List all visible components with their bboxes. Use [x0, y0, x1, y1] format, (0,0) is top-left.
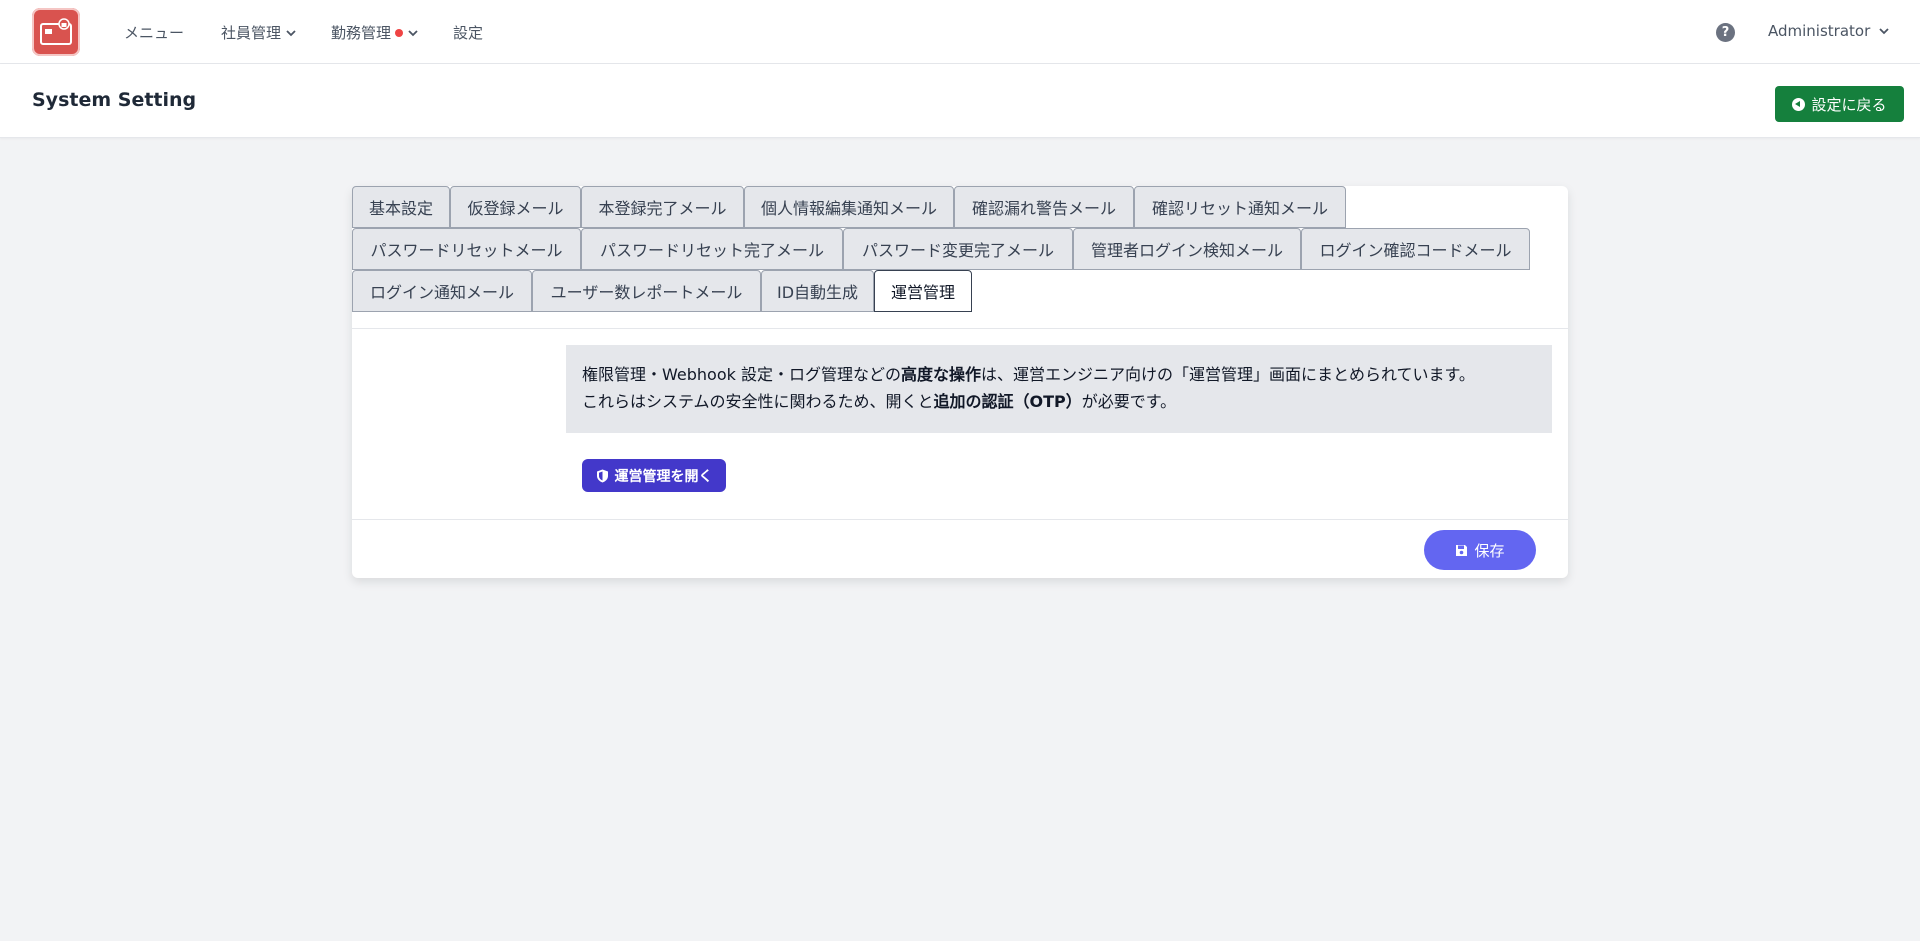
top-navbar: メニュー 社員管理 勤務管理 設定 ? Administrator: [0, 0, 1920, 64]
page-header: System Setting 設定に戻る: [0, 64, 1920, 138]
tab-panel-operations-management: 権限管理・Webhook 設定・ログ管理などの高度な操作は、運営エンジニア向けの…: [352, 328, 1568, 520]
notice-line-1-text: 権限管理・Webhook 設定・ログ管理などの: [582, 365, 901, 384]
tab-password-reset-mail[interactable]: パスワードリセットメール: [352, 228, 581, 270]
notice-line-1-bold: 高度な操作: [900, 365, 981, 384]
help-icon[interactable]: ?: [1716, 23, 1735, 42]
tab-provisional-registration-mail[interactable]: 仮登録メール: [450, 186, 581, 228]
notice-line-2-bold: 追加の認証（OTP）: [933, 392, 1082, 411]
operations-notice: 権限管理・Webhook 設定・ログ管理などの高度な操作は、運営エンジニア向けの…: [566, 345, 1552, 433]
nav-employee-management-label: 社員管理: [221, 24, 282, 42]
save-label: 保存: [1474, 541, 1505, 560]
nav-settings-label: 設定: [453, 24, 484, 42]
notice-line-2-text-end: が必要です。: [1081, 392, 1177, 411]
user-name: Administrator: [1768, 22, 1871, 40]
tab-confirmation-reset-mail[interactable]: 確認リセット通知メール: [1134, 186, 1346, 228]
chevron-down-icon: [1879, 28, 1889, 35]
nav-attendance-management-label: 勤務管理: [331, 24, 392, 42]
tab-personal-info-edit-mail[interactable]: 個人情報編集通知メール: [744, 186, 954, 228]
app-logo[interactable]: [32, 8, 80, 56]
tab-unconfirmed-warning-mail[interactable]: 確認漏れ警告メール: [954, 186, 1134, 228]
settings-card: 基本設定 仮登録メール 本登録完了メール 個人情報編集通知メール 確認漏れ警告メ…: [352, 186, 1568, 578]
tab-password-change-complete-mail[interactable]: パスワード変更完了メール: [843, 228, 1073, 270]
nav-menu[interactable]: メニュー: [124, 22, 184, 43]
notice-line-2-text: これらはシステムの安全性に関わるため、開くと: [582, 392, 934, 411]
save-button[interactable]: 保存: [1424, 530, 1536, 570]
notice-line-2: これらはシステムの安全性に関わるため、開くと追加の認証（OTP）が必要です。: [582, 388, 1536, 415]
nav-menu-label: メニュー: [124, 24, 185, 42]
notice-line-1: 権限管理・Webhook 設定・ログ管理などの高度な操作は、運営エンジニア向けの…: [582, 361, 1536, 388]
tab-admin-login-detection-mail[interactable]: 管理者ログイン検知メール: [1073, 228, 1301, 270]
tab-registration-complete-mail[interactable]: 本登録完了メール: [581, 186, 744, 228]
tab-id-auto-generation[interactable]: ID自動生成: [761, 270, 874, 312]
open-operations-management-button[interactable]: 運営管理を開く: [582, 459, 726, 492]
tab-login-notification-mail[interactable]: ログイン通知メール: [352, 270, 532, 312]
tab-user-count-report-mail[interactable]: ユーザー数レポートメール: [532, 270, 761, 312]
notice-line-1-text-end: は、運営エンジニア向けの「運営管理」画面にまとめられています。: [980, 365, 1475, 384]
save-icon: [1456, 544, 1468, 556]
tab-operations-management[interactable]: 運営管理: [874, 270, 972, 312]
chevron-down-icon: [408, 29, 418, 36]
open-operations-management-label: 運営管理を開く: [614, 468, 713, 485]
back-to-settings-button[interactable]: 設定に戻る: [1775, 86, 1904, 122]
notification-dot: [395, 28, 404, 37]
logo-card-lock-icon: [40, 18, 72, 45]
back-to-settings-label: 設定に戻る: [1811, 95, 1887, 114]
user-menu[interactable]: Administrator: [1768, 22, 1890, 40]
nav-settings[interactable]: 設定: [453, 22, 483, 43]
nav-employee-management[interactable]: 社員管理: [221, 22, 297, 43]
chevron-down-icon: [286, 29, 296, 36]
page-title: System Setting: [32, 89, 197, 111]
tab-login-verification-code-mail[interactable]: ログイン確認コードメール: [1301, 228, 1530, 270]
nav-attendance-management[interactable]: 勤務管理: [331, 22, 419, 43]
tab-password-reset-complete-mail[interactable]: パスワードリセット完了メール: [581, 228, 843, 270]
shield-icon: [596, 469, 608, 482]
tab-basic-settings[interactable]: 基本設定: [352, 186, 450, 228]
arrow-left-circle-icon: [1792, 97, 1806, 111]
